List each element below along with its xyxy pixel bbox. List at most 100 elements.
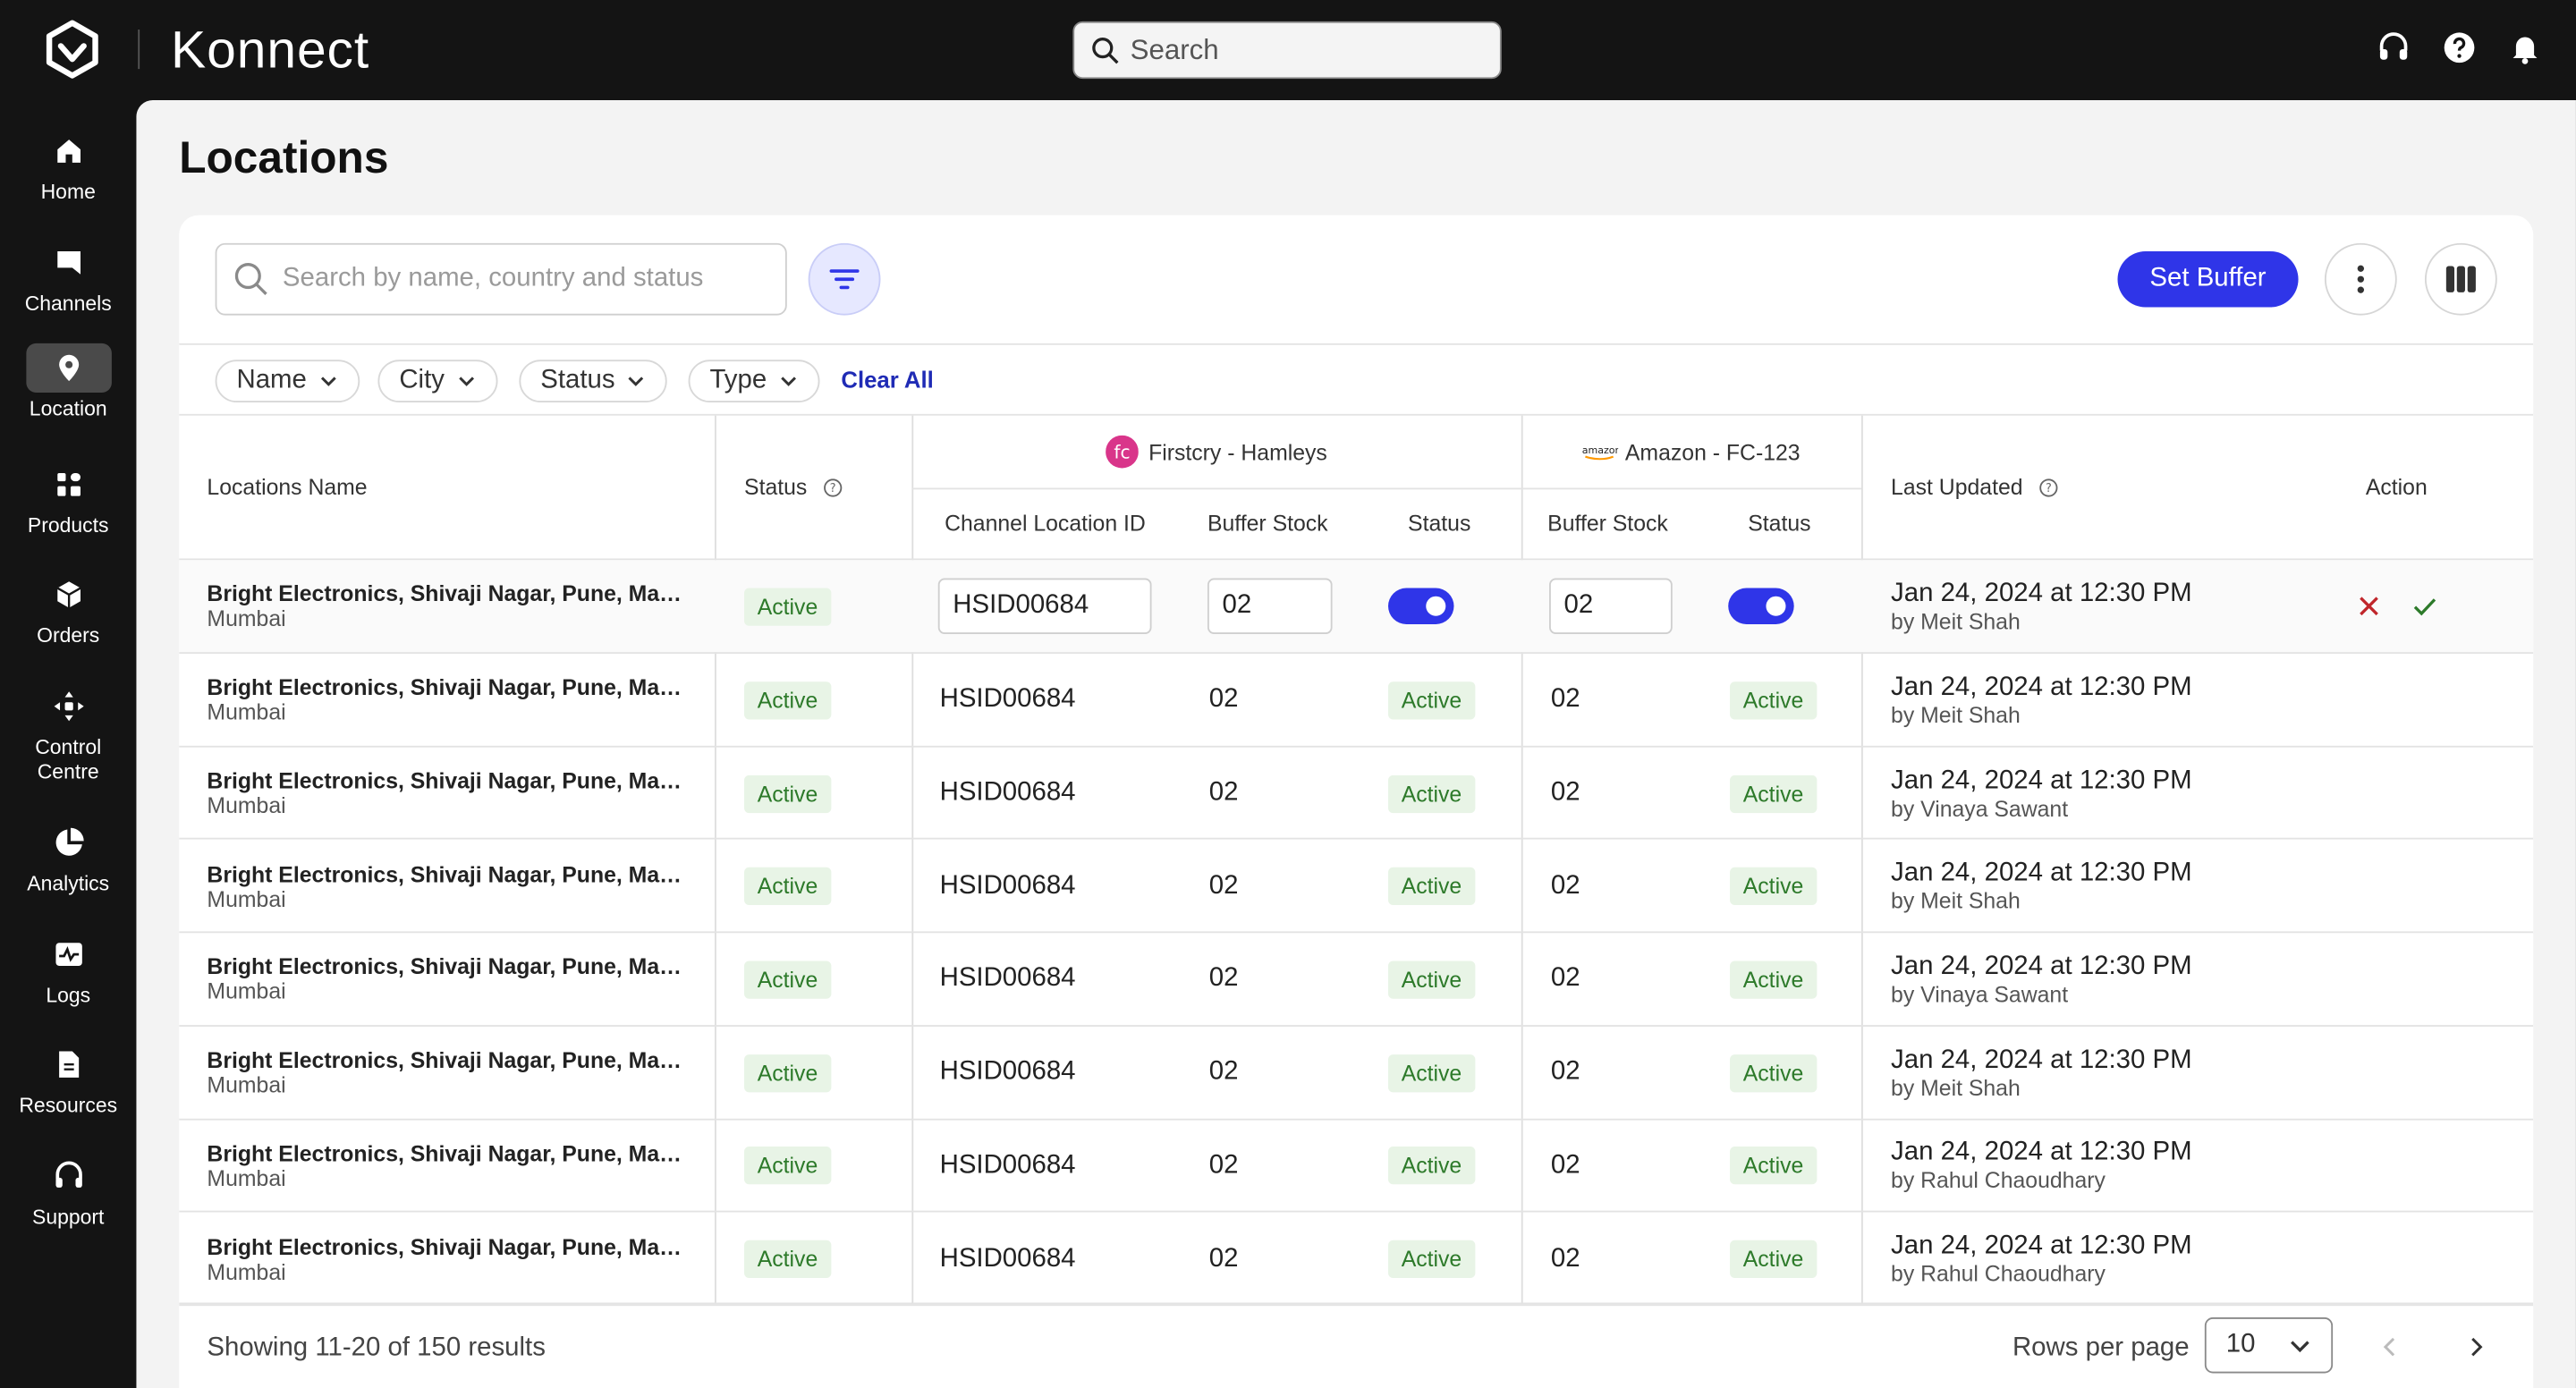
buffer-stock-amazon-value: 02 [1550, 685, 1580, 714]
sidebar-item-channels[interactable]: Channels [0, 238, 136, 336]
sidebar-item-products[interactable]: Products [0, 460, 136, 558]
table-row[interactable]: Bright Electronics, Shivaji Nagar, Pune,… [179, 840, 2533, 933]
main-content: Locations Set Buffer Name City Status T [136, 100, 2576, 1388]
konnect-logo-icon[interactable] [39, 18, 105, 83]
last-updated-date: Jan 24, 2024 at 12:30 PM [1891, 952, 2192, 981]
filter-chip-city[interactable]: City [377, 360, 497, 402]
support-headset-icon[interactable] [2376, 30, 2411, 65]
amazon-logo-icon: amazon [1582, 444, 1619, 461]
help-icon[interactable] [2441, 30, 2477, 65]
chevron-left-icon [2383, 1337, 2395, 1357]
header-channel-status[interactable]: Status [1408, 487, 1470, 558]
notification-bell-icon[interactable] [2507, 30, 2543, 65]
channel-location-id: HSID00684 [939, 871, 1076, 901]
previous-page-button[interactable] [2370, 1327, 2410, 1367]
location-city: Mumbai [207, 979, 286, 1005]
rows-per-page-select[interactable]: 10 [2204, 1317, 2334, 1374]
brand-name: Konnect [171, 20, 370, 80]
set-buffer-button[interactable]: Set Buffer [2117, 251, 2299, 308]
table-row-editing: Bright Electronics, Shivaji Nagar, Pune,… [179, 560, 2534, 653]
channel-status-badge: Active [1388, 1147, 1475, 1185]
filter-button[interactable] [808, 242, 881, 316]
status-badge: Active [744, 587, 831, 625]
info-icon[interactable]: ? [824, 478, 843, 497]
table-row[interactable]: Bright Electronics, Shivaji Nagar, Pune,… [179, 1027, 2533, 1120]
table-footer: Showing 11-20 of 150 results Rows per pa… [179, 1302, 2534, 1388]
sidebar-item-orders[interactable]: Orders [0, 570, 136, 668]
header-buffer-stock-amazon[interactable]: Buffer Stock [1547, 487, 1668, 558]
svg-text:amazon: amazon [1582, 444, 1618, 456]
header-status[interactable]: Status ? [744, 416, 843, 559]
header-action: Action [2365, 474, 2428, 500]
sidebar-item-logs[interactable]: Logs [0, 930, 136, 1028]
more-options-button[interactable] [2324, 242, 2397, 316]
buffer-stock-input[interactable] [1207, 578, 1333, 634]
buffer-stock-amazon-value: 02 [1550, 1058, 1580, 1087]
filter-bar: Name City Status Type Clear All [179, 343, 2534, 416]
info-icon[interactable]: ? [2039, 478, 2059, 497]
channel-location-id-input[interactable] [937, 578, 1152, 634]
channel-status-amazon-badge: Active [1730, 1054, 1817, 1092]
confirm-check-icon[interactable] [2411, 593, 2437, 619]
header-channel-firstcry: fc Firstcry - Hamleys [911, 416, 1521, 488]
chevron-down-icon [780, 377, 796, 386]
buffer-stock-amazon-input[interactable] [1549, 578, 1673, 634]
last-updated-date: Jan 24, 2024 at 12:30 PM [1891, 579, 2192, 607]
products-icon [25, 460, 111, 509]
table-row[interactable]: Bright Electronics, Shivaji Nagar, Pune,… [179, 1213, 2533, 1306]
sidebar-item-location[interactable]: Location [0, 343, 136, 442]
buffer-stock-value: 02 [1208, 871, 1239, 901]
filter-chip-type[interactable]: Type [688, 360, 819, 402]
location-name: Bright Electronics, Shivaji Nagar, Pune,… [207, 1048, 686, 1073]
orders-box-icon [25, 570, 111, 619]
status-badge: Active [744, 961, 831, 999]
header-channel-status-amazon[interactable]: Status [1748, 487, 1810, 558]
sidebar-item-label: Products [27, 513, 109, 537]
filter-chip-status[interactable]: Status [519, 360, 668, 402]
location-city: Mumbai [207, 605, 286, 631]
table-row[interactable]: Bright Electronics, Shivaji Nagar, Pune,… [179, 1120, 2533, 1213]
channel-status-toggle[interactable] [1388, 588, 1454, 624]
location-search[interactable] [215, 242, 787, 316]
clear-all-link[interactable]: Clear All [841, 367, 933, 393]
last-updated-by: by Meit Shah [1891, 889, 2021, 914]
last-updated-by: by Rahul Chaoudhary [1891, 1168, 2106, 1194]
header-last-updated[interactable]: Last Updated ? [1891, 416, 2059, 559]
location-name: Bright Electronics, Shivaji Nagar, Pune,… [207, 861, 686, 887]
header-location-name[interactable]: Locations Name [207, 416, 367, 559]
location-city: Mumbai [207, 886, 286, 911]
table-row[interactable]: Bright Electronics, Shivaji Nagar, Pune,… [179, 654, 2533, 747]
table-row[interactable]: Bright Electronics, Shivaji Nagar, Pune,… [179, 747, 2533, 840]
columns-icon [2445, 266, 2476, 292]
last-updated-date: Jan 24, 2024 at 12:30 PM [1891, 673, 2192, 701]
buffer-stock-value: 02 [1208, 685, 1239, 714]
sidebar-item-home[interactable]: Home [0, 126, 136, 224]
header-buffer-stock[interactable]: Buffer Stock [1208, 487, 1328, 558]
sidebar-item-resources[interactable]: Resources [0, 1040, 136, 1138]
header-channel-location-id[interactable]: Channel Location ID [945, 487, 1146, 558]
last-updated-by: by Meit Shah [1891, 702, 2021, 728]
filter-chip-name[interactable]: Name [215, 360, 360, 402]
columns-button[interactable] [2424, 242, 2497, 316]
sidebar-item-analytics[interactable]: Analytics [0, 818, 136, 917]
resources-doc-icon [25, 1040, 111, 1089]
logo-divider [138, 30, 140, 70]
table-row[interactable]: Bright Electronics, Shivaji Nagar, Pune,… [179, 933, 2533, 1026]
sidebar-item-control-centre[interactable]: Control Centre [0, 681, 136, 797]
next-page-button[interactable] [2456, 1327, 2496, 1367]
buffer-stock-value: 02 [1208, 1058, 1239, 1087]
firstcry-logo-icon: fc [1106, 435, 1140, 469]
channel-location-id: HSID00684 [939, 778, 1076, 807]
location-search-input[interactable] [282, 264, 775, 294]
header-channel-amazon: amazon Amazon - FC-123 [1582, 439, 1801, 464]
cancel-x-icon[interactable] [2356, 593, 2382, 619]
channel-status-amazon-toggle[interactable] [1728, 588, 1794, 624]
analytics-pie-icon [25, 818, 111, 868]
channel-status-amazon-badge: Active [1730, 868, 1817, 906]
location-name: Bright Electronics, Shivaji Nagar, Pune,… [207, 1234, 686, 1259]
channels-icon [25, 238, 111, 287]
sidebar-item-support[interactable]: Support [0, 1152, 136, 1250]
sidebar-item-label: Support [32, 1206, 105, 1229]
global-search-input[interactable] [1130, 33, 1459, 67]
global-search[interactable] [1072, 21, 1502, 80]
